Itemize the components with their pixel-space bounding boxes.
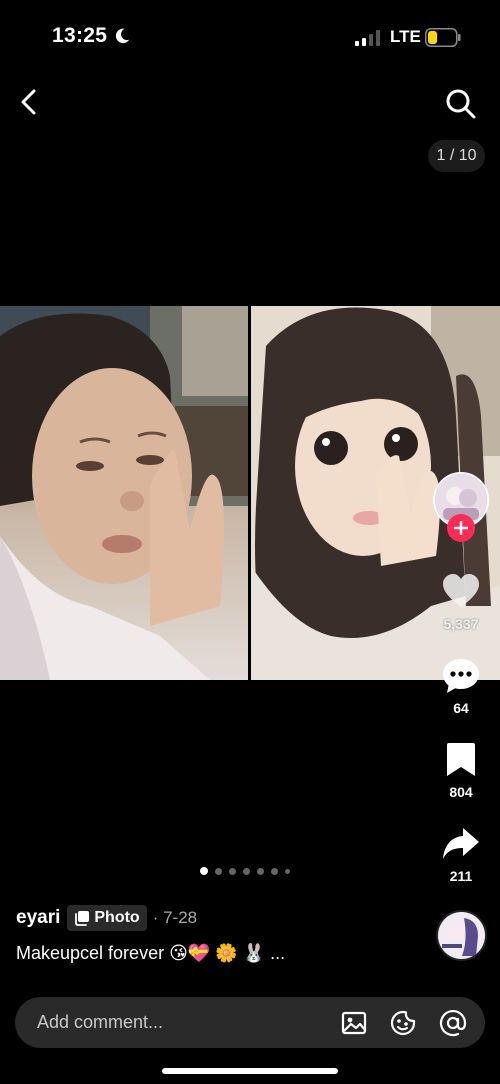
share-arrow-icon <box>443 828 479 859</box>
like-button[interactable]: 5,337 <box>431 572 491 632</box>
emoji-sticker-icon[interactable] <box>389 1009 417 1037</box>
carousel-dot <box>271 867 278 875</box>
comment-button[interactable]: 64 <box>431 656 491 716</box>
clock-time: 13:25 <box>52 24 108 47</box>
comment-bubble-icon <box>443 659 479 693</box>
favorite-count: 804 <box>449 784 473 800</box>
sound-thumbnail-image <box>438 912 485 959</box>
comment-input[interactable]: Add comment... <box>37 1012 163 1033</box>
like-count: 5,337 <box>443 616 479 632</box>
moon-icon <box>115 28 130 44</box>
search-button[interactable] <box>443 86 477 120</box>
before-face-image <box>0 306 248 680</box>
carousel-dot <box>215 867 222 875</box>
post-caption[interactable]: Makeupcel forever 😘💝 🌼 🐰 ... <box>16 943 285 964</box>
username[interactable]: eyari <box>16 907 60 929</box>
battery-icon <box>425 28 461 47</box>
share-count: 211 <box>449 868 473 884</box>
carousel-dot <box>229 867 236 875</box>
network-type: LTE <box>390 27 421 46</box>
photo-left-panel <box>0 306 248 680</box>
bookmark-icon <box>447 743 475 776</box>
slide-counter: 1 / 10 <box>428 140 485 172</box>
carousel-dot <box>285 868 290 874</box>
photo-stack-icon <box>75 911 90 926</box>
mention-at-icon[interactable] <box>439 1009 467 1037</box>
comment-input-bar[interactable]: Add comment... <box>15 997 485 1048</box>
sound-avatar[interactable] <box>436 910 487 961</box>
follow-button[interactable] <box>447 514 475 542</box>
post-photo[interactable] <box>0 306 500 680</box>
cellular-signal-icon <box>355 30 380 46</box>
photo-badge: Photo <box>67 905 147 931</box>
carousel-dot <box>243 867 250 875</box>
status-bar: 13:25 LTE <box>0 0 500 76</box>
share-button[interactable]: 211 <box>431 824 491 884</box>
photo-badge-label: Photo <box>94 909 140 926</box>
heart-icon <box>443 574 479 607</box>
image-icon[interactable] <box>340 1009 368 1037</box>
carousel-indicator <box>200 867 290 875</box>
comment-count: 64 <box>453 700 469 716</box>
home-indicator[interactable] <box>162 1068 338 1074</box>
plus-icon <box>454 521 468 535</box>
favorite-button[interactable]: 804 <box>431 740 491 800</box>
post-meta: eyari Photo · 7-28 <box>16 905 197 931</box>
carousel-dot <box>257 867 264 875</box>
post-date: · 7-28 <box>152 908 198 927</box>
carousel-dot <box>200 867 208 875</box>
back-button[interactable] <box>14 86 46 118</box>
